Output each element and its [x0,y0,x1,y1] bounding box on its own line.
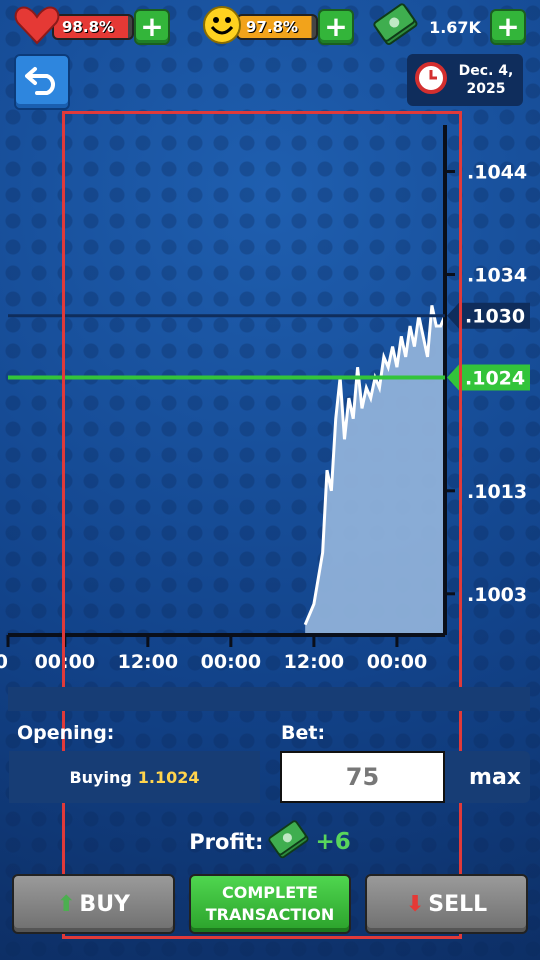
clock-icon [415,62,447,98]
x-tick-label: 0 [0,651,8,673]
profit-value: +6 [315,829,351,855]
y-tick-label: .1034 [467,265,527,287]
money-stat: 1.67K + [372,3,526,45]
happiness-stat: 97.8% + [202,6,354,45]
complete-transaction-button[interactable]: COMPLETE TRANSACTION [189,874,351,934]
sell-label: SELL [428,891,488,917]
opening-price: 1.1024 [137,767,200,787]
plus-icon: + [140,10,164,43]
buy-button[interactable]: ⬆ BUY [12,874,175,934]
date-line2: 2025 [466,81,506,97]
opening-price-label: .1024 [465,368,525,390]
cash-icon [267,819,311,865]
max-bet-button[interactable]: max [460,751,530,803]
sell-button[interactable]: ⬇ SELL [365,874,528,934]
up-arrow-icon: ⬆ [56,891,76,917]
add-health-button[interactable]: + [134,9,170,45]
health-stat: 98.8% + [14,6,170,45]
plus-icon: + [324,10,348,43]
bet-label: Bet: [281,722,326,744]
chart-scroll-strip[interactable] [8,687,530,711]
y-tick-label: .1044 [467,162,527,184]
heart-icon [14,5,60,49]
profit-row: Profit: +6 [0,819,540,865]
add-happiness-button[interactable]: + [318,9,354,45]
buy-label: BUY [79,891,130,917]
date-display: Dec. 4, 2025 [407,54,523,106]
bet-control: 75 max [280,751,530,803]
add-money-button[interactable]: + [490,9,526,45]
back-button[interactable] [14,54,70,110]
money-value: 1.67K [429,17,481,37]
complete-label-line1: COMPLETE [222,883,318,902]
y-tick-label: .1003 [467,584,527,606]
complete-label-line2: TRANSACTION [205,905,335,924]
undo-arrow-icon [25,65,59,99]
down-arrow-icon: ⬇ [405,891,425,917]
date-line1: Dec. 4, [458,63,514,79]
profit-label: Profit: [189,830,264,854]
bet-input[interactable]: 75 [280,751,445,803]
plus-icon: + [496,10,520,43]
cash-icon [372,3,420,51]
happiness-value: 97.8% [236,14,318,40]
health-value: 98.8% [52,14,134,40]
opening-action: Buying [69,767,132,787]
top-status-bar: 98.8% + 97.8% + 1.67K + [0,0,540,55]
highlight-frame [62,111,462,939]
opening-label: Opening: [17,722,115,744]
smiley-icon [202,5,242,49]
y-tick-label: .1013 [467,481,527,503]
current-price-label: .1030 [465,306,525,328]
opening-info: Buying 1.1024 [9,751,260,803]
